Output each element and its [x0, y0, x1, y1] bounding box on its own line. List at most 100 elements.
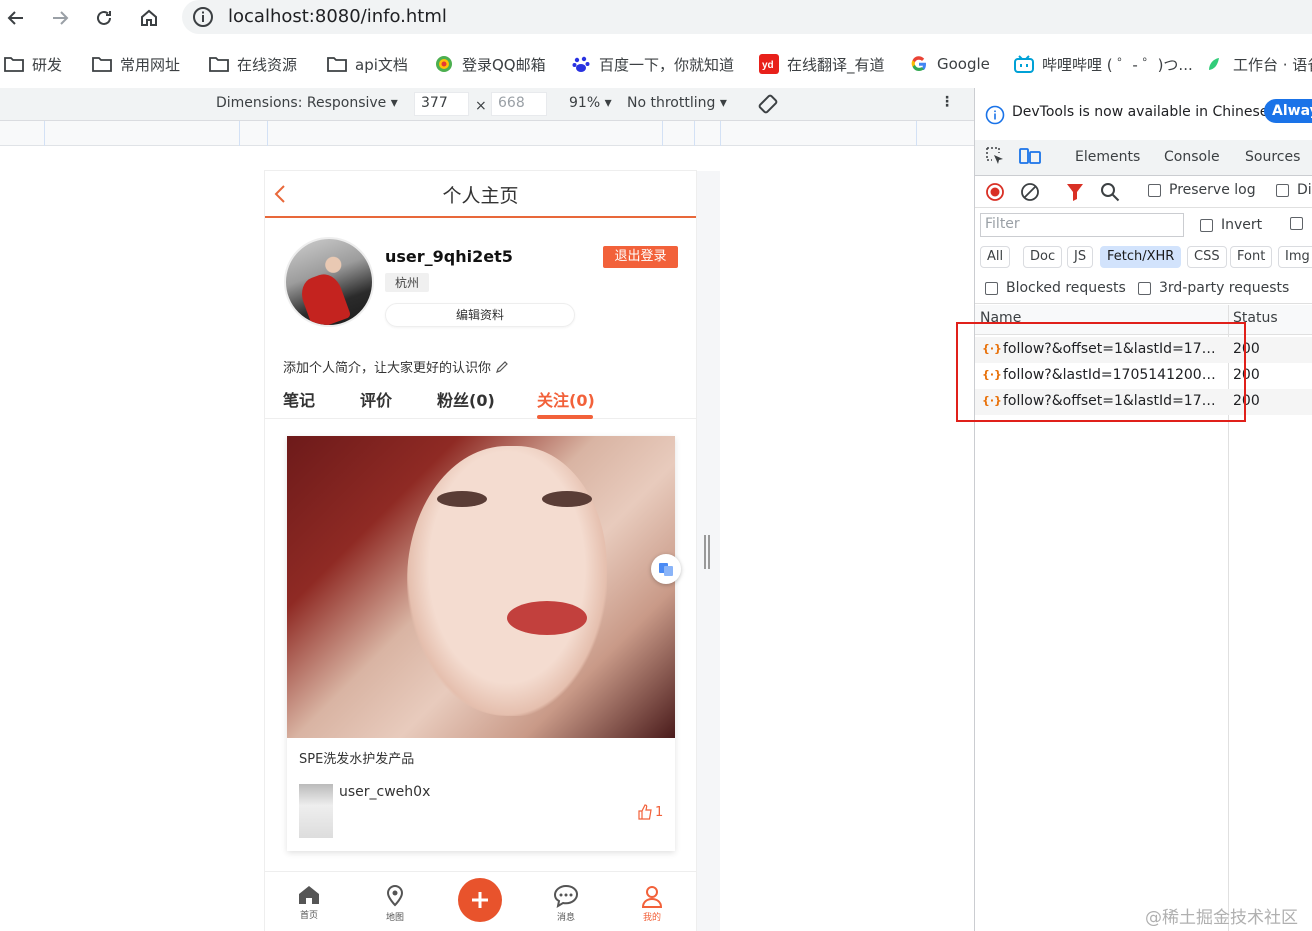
type-img[interactable]: Img — [1278, 246, 1312, 268]
bookmark-label: 在线资源 — [237, 55, 298, 74]
nav-map-label: 地图 — [385, 913, 404, 923]
nav-messages[interactable]: 消息 — [536, 884, 596, 923]
tab-sources[interactable]: Sources — [1245, 149, 1300, 165]
zoom-dropdown[interactable]: 91% ▾ — [569, 95, 612, 111]
nav-map[interactable]: 地图 — [365, 884, 425, 923]
dimensions-dropdown[interactable]: Dimensions: Responsive ▾ — [216, 95, 398, 111]
bio-text[interactable]: 添加个人简介，让大家更好的认识你 — [283, 357, 509, 376]
like-count: 1 — [655, 804, 664, 820]
bookmarks-bar: 研发 常用网址 在线资源 api文档 登录QQ邮箱 百度一下，你就知道 yd 在… — [0, 44, 1312, 84]
request-options-row: Blocked requests 3rd-party requests — [975, 274, 1312, 304]
tab-console[interactable]: Console — [1164, 149, 1220, 165]
type-all[interactable]: All — [980, 246, 1011, 268]
tab-notes[interactable]: 笔记 — [283, 387, 315, 411]
bookmark-label: 百度一下，你就知道 — [599, 55, 735, 74]
inspect-element-icon[interactable] — [985, 146, 1005, 170]
reload-button[interactable] — [90, 4, 118, 32]
bookmark-item[interactable]: Google — [909, 52, 990, 76]
type-doc[interactable]: Doc — [1023, 246, 1063, 268]
edit-profile-button[interactable]: 编辑资料 — [385, 303, 575, 327]
profile-tabs: 笔记 评价 粉丝(0) 关注(0) — [265, 385, 696, 419]
bilibili-icon — [1014, 54, 1034, 74]
folder-icon — [4, 54, 24, 74]
filter-input[interactable]: Filter — [980, 213, 1184, 237]
home-button[interactable] — [135, 4, 163, 32]
forward-button[interactable] — [46, 4, 74, 32]
note-card[interactable]: SPE洗发水护发产品 user_cweh0x 1 — [287, 436, 675, 851]
bookmark-item[interactable]: 研发 — [4, 52, 62, 76]
yuque-icon — [1205, 54, 1225, 74]
bottom-nav: 首页 地图 消息 我的 — [265, 871, 696, 931]
plus-icon — [472, 892, 488, 908]
bookmark-item[interactable]: api文档 — [327, 52, 408, 76]
bookmark-item[interactable]: 在线资源 — [209, 52, 297, 76]
throttling-dropdown[interactable]: No throttling ▾ — [627, 95, 727, 111]
thumbs-up-icon — [638, 804, 652, 820]
preserve-log-checkbox[interactable]: Preserve log — [1148, 182, 1256, 198]
bookmark-item[interactable]: 哔哩哔哩 ( ゜- ゜)つ... — [1014, 52, 1193, 76]
logout-button[interactable]: 退出登录 — [603, 246, 678, 268]
youdao-icon: yd — [759, 54, 779, 74]
height-input[interactable]: 668 — [491, 92, 547, 116]
home-icon — [299, 886, 319, 904]
nav-home[interactable]: 首页 — [279, 884, 339, 921]
baidu-icon — [571, 54, 591, 74]
record-icon[interactable] — [985, 182, 1005, 206]
bookmark-item[interactable]: 登录QQ邮箱 — [434, 52, 546, 76]
svg-text:yd: yd — [762, 60, 774, 71]
tab-reviews[interactable]: 评价 — [360, 387, 392, 411]
tab-following[interactable]: 关注(0) — [537, 387, 595, 411]
forward-arrow-icon — [53, 11, 69, 25]
always-match-button[interactable]: Always — [1264, 99, 1312, 123]
folder-icon — [92, 54, 112, 74]
devtools-panel: DevTools is now available in Chinese! Al… — [974, 88, 1312, 931]
page-title: 个人主页 — [442, 185, 519, 207]
address-bar[interactable]: localhost:8080/info.html — [182, 0, 1312, 34]
back-button[interactable] — [2, 4, 30, 32]
nav-mine-label: 我的 — [642, 913, 661, 923]
hide-data-urls-checkbox[interactable] — [1290, 217, 1303, 230]
type-css[interactable]: CSS — [1187, 246, 1227, 268]
nav-mine[interactable]: 我的 — [622, 884, 682, 923]
type-js[interactable]: JS — [1067, 246, 1094, 268]
language-banner: DevTools is now available in Chinese! Al… — [975, 98, 1312, 130]
nav-messages-label: 消息 — [556, 913, 575, 923]
clear-icon[interactable] — [1020, 182, 1040, 206]
google-icon — [909, 54, 929, 74]
rotate-icon[interactable] — [757, 93, 779, 119]
type-font[interactable]: Font — [1230, 246, 1273, 268]
blocked-requests-checkbox[interactable]: Blocked requests — [985, 280, 1126, 296]
more-options-icon[interactable]: ⋮ — [940, 94, 954, 110]
tab-elements[interactable]: Elements — [1075, 149, 1140, 165]
times-sign: × — [475, 98, 487, 114]
like-button[interactable]: 1 — [637, 804, 663, 820]
bookmark-item[interactable]: yd 在线翻译_有道 — [759, 52, 885, 76]
bookmark-item[interactable]: 工作台 · 语雀 — [1205, 52, 1312, 76]
avatar[interactable] — [284, 237, 374, 327]
invert-checkbox[interactable]: Invert — [1200, 217, 1262, 233]
message-icon — [553, 884, 579, 908]
tab-fans[interactable]: 粉丝(0) — [437, 387, 495, 411]
floating-translate-icon[interactable] — [651, 554, 681, 584]
search-icon[interactable] — [1100, 182, 1120, 206]
page-header: 个人主页 — [265, 171, 696, 218]
bookmark-item[interactable]: 百度一下，你就知道 — [571, 52, 734, 76]
banner-text: DevTools is now available in Chinese! — [1012, 104, 1274, 120]
device-toolbar-toggle-icon[interactable] — [1019, 146, 1041, 170]
viewport-resize-handle[interactable] — [704, 535, 710, 569]
add-note-button[interactable] — [458, 878, 502, 922]
disable-cache-checkbox[interactable]: Di — [1276, 182, 1312, 198]
resource-type-filters: All Doc JS Fetch/XHR CSS Font Img — [975, 243, 1312, 273]
folder-icon — [209, 54, 229, 74]
city-tag: 杭州 — [385, 273, 430, 292]
mobile-page: 个人主页 user_9qhi2et5 杭州 编辑资料 退出登录 添加个人简介，让… — [265, 171, 696, 931]
bookmark-item[interactable]: 常用网址 — [92, 52, 180, 76]
type-fetch-xhr[interactable]: Fetch/XHR — [1100, 246, 1182, 268]
filter-row: Filter Invert — [975, 208, 1312, 242]
width-input[interactable]: 377 — [414, 92, 469, 116]
third-party-requests-checkbox[interactable]: 3rd-party requests — [1138, 280, 1289, 296]
filter-icon[interactable] — [1066, 182, 1084, 206]
device-toolbar: Dimensions: Responsive ▾ 377 × 668 91% ▾… — [0, 88, 974, 121]
browser-toolbar: localhost:8080/info.html — [0, 0, 1312, 36]
site-info-icon — [193, 7, 213, 27]
